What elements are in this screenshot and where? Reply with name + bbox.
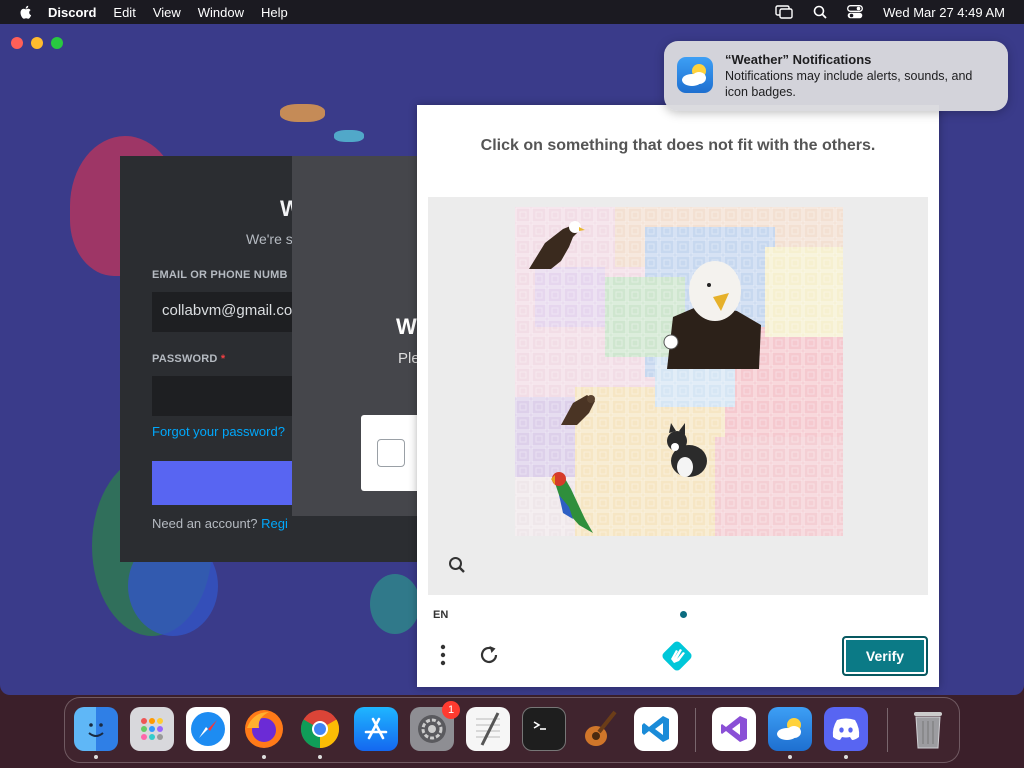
background-illustration — [370, 574, 420, 634]
page-indicator-dot — [680, 611, 687, 618]
menubar-clock[interactable]: Wed Mar 27 4:49 AM — [883, 5, 1005, 20]
challenge-image-area[interactable] — [428, 197, 928, 595]
dock-separator — [887, 708, 888, 752]
apple-icon[interactable] — [18, 4, 34, 20]
trash-icon[interactable] — [906, 707, 950, 751]
safari-icon[interactable] — [186, 707, 230, 751]
notification-badge: 1 — [442, 701, 460, 719]
need-account-text: Need an account? Regi — [152, 516, 288, 531]
menu-window[interactable]: Window — [198, 5, 244, 20]
system-settings-icon[interactable]: 1 — [410, 701, 460, 751]
register-link[interactable]: Regi — [261, 516, 288, 531]
hcaptcha-checkbox-widget — [361, 415, 421, 491]
more-options-icon[interactable] — [439, 643, 447, 672]
launchpad-icon[interactable] — [130, 707, 174, 751]
menu-help[interactable]: Help — [261, 5, 288, 20]
app-store-icon[interactable] — [354, 707, 398, 751]
running-indicator — [318, 755, 322, 759]
password-label: PASSWORD * — [152, 353, 226, 365]
garageband-icon[interactable] — [578, 707, 622, 751]
challenge-image[interactable] — [515, 207, 843, 536]
weather-notification[interactable]: “Weather” Notifications Notifications ma… — [664, 41, 1008, 111]
menu-app-name[interactable]: Discord — [48, 5, 96, 20]
dock-separator — [695, 708, 696, 752]
weather-icon[interactable] — [768, 707, 812, 759]
control-center-icon[interactable] — [847, 5, 864, 19]
notification-body: Notifications may include alerts, sounds… — [725, 69, 973, 99]
email-label: EMAIL OR PHONE NUMB — [152, 269, 288, 281]
weather-app-icon — [677, 57, 713, 93]
verify-button[interactable]: Verify — [842, 636, 928, 676]
menu-bar: Discord Edit View Window Help Wed Mar 27… — [0, 0, 1024, 24]
hcaptcha-logo-icon[interactable] — [660, 639, 694, 678]
menu-view[interactable]: View — [153, 5, 181, 20]
hcaptcha-challenge: Click on something that does not fit wit… — [417, 105, 939, 687]
running-indicator — [262, 755, 266, 759]
dock: 1 — [64, 697, 960, 763]
window-minimize-button[interactable] — [31, 37, 43, 49]
discord-icon[interactable] — [824, 707, 868, 759]
screen-mirroring-icon[interactable] — [775, 5, 793, 19]
notification-title: “Weather” Notifications — [725, 52, 872, 67]
window-close-button[interactable] — [11, 37, 23, 49]
menu-edit[interactable]: Edit — [113, 5, 135, 20]
running-indicator — [94, 755, 98, 759]
required-mark: * — [220, 353, 226, 365]
login-subtitle: We're s — [246, 231, 293, 247]
hcaptcha-checkbox[interactable] — [377, 439, 405, 467]
forgot-password-link[interactable]: Forgot your password? — [152, 424, 285, 439]
chrome-icon[interactable] — [298, 707, 342, 759]
spotlight-search-icon[interactable] — [813, 5, 827, 19]
terminal-icon[interactable] — [522, 707, 566, 751]
running-indicator — [788, 755, 792, 759]
finder-icon[interactable] — [74, 707, 118, 759]
challenge-prompt: Click on something that does not fit wit… — [480, 137, 876, 154]
window-maximize-button[interactable] — [51, 37, 63, 49]
background-illustration — [280, 104, 325, 122]
firefox-icon[interactable] — [242, 707, 286, 759]
visual-studio-icon[interactable] — [712, 707, 756, 751]
refresh-icon[interactable] — [477, 643, 501, 672]
vscode-icon[interactable] — [634, 707, 678, 751]
captcha-dialog-title: W — [396, 314, 417, 339]
running-indicator — [844, 755, 848, 759]
zoom-icon[interactable] — [448, 556, 466, 579]
background-illustration — [334, 130, 364, 142]
textedit-icon[interactable] — [466, 707, 510, 751]
language-selector[interactable]: EN — [433, 609, 448, 621]
